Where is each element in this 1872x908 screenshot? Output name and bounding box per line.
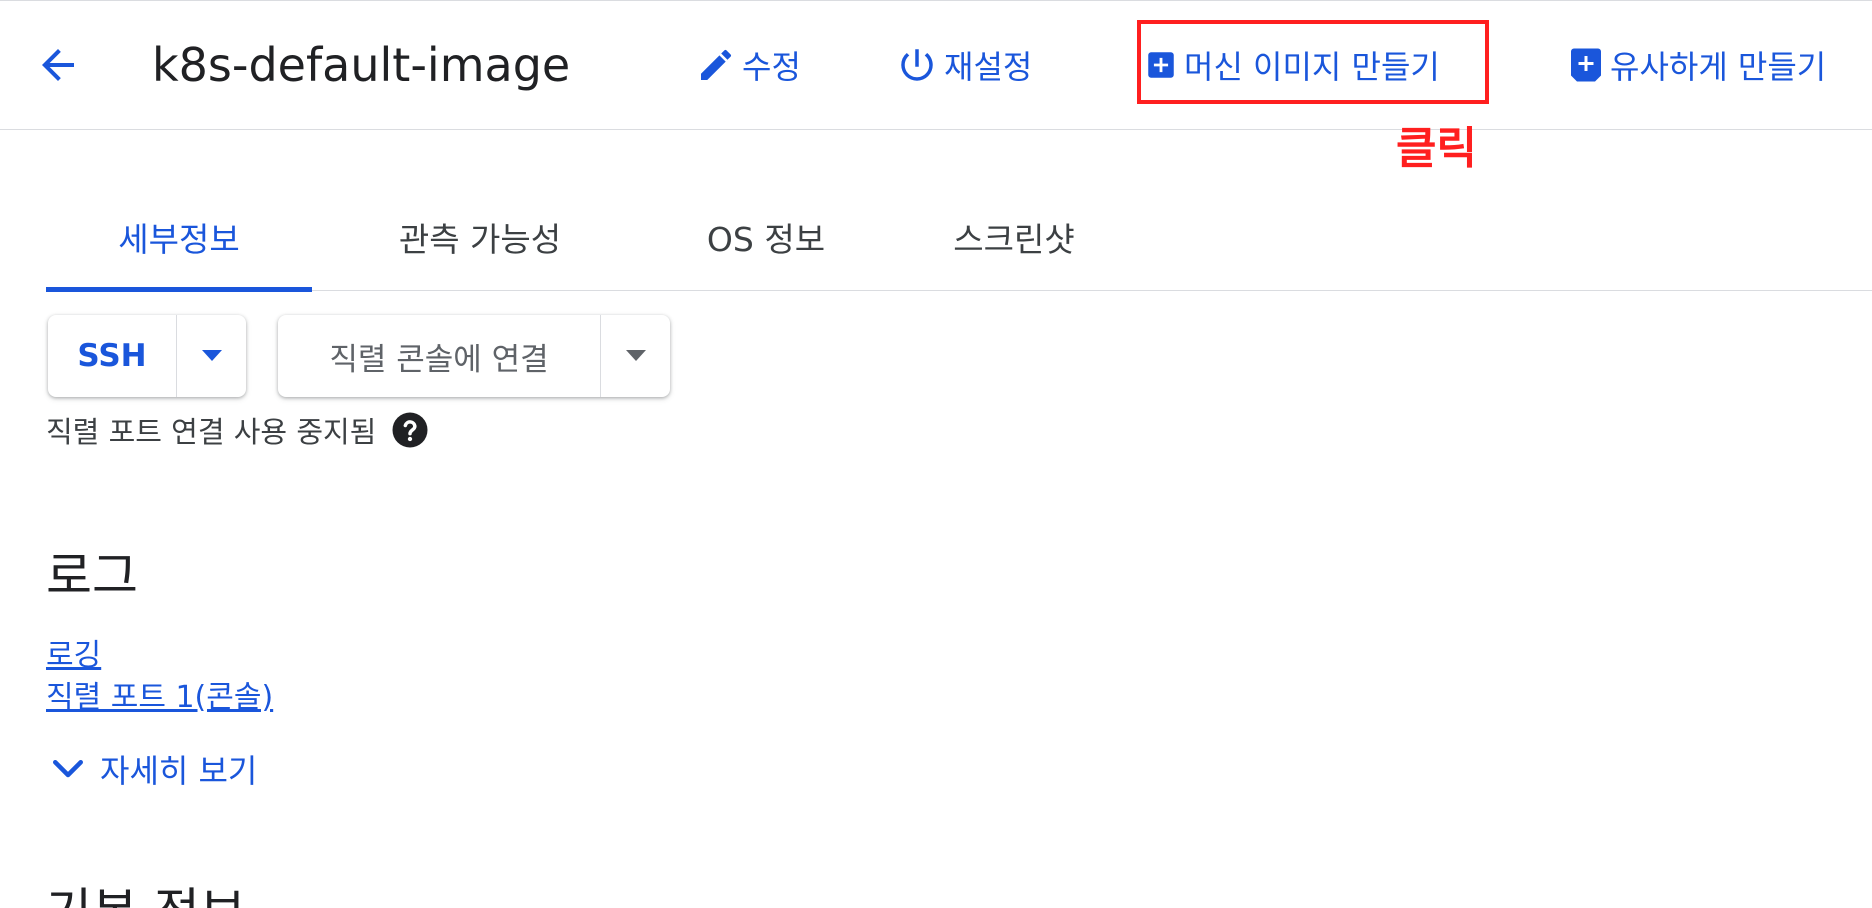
create-similar-button[interactable]: 유사하게 만들기 bbox=[1568, 43, 1826, 87]
ssh-button[interactable]: SSH bbox=[48, 315, 176, 397]
tabs-divider bbox=[46, 290, 1872, 291]
annotation-highlight-box bbox=[1137, 20, 1489, 104]
show-more-label: 자세히 보기 bbox=[100, 752, 258, 790]
serial-console-split-button: 직렬 콘솔에 연결 bbox=[278, 315, 670, 397]
back-button[interactable] bbox=[34, 41, 82, 89]
arrow-back-icon bbox=[42, 49, 74, 81]
logging-link[interactable]: 로깅 bbox=[46, 630, 101, 674]
caret-down-icon bbox=[625, 350, 646, 361]
serial-console-dropdown-button[interactable] bbox=[601, 315, 670, 397]
serial-port-console-link[interactable]: 직렬 포트 1(콘솔) bbox=[46, 672, 273, 716]
active-tab-indicator bbox=[46, 287, 312, 292]
tab-details[interactable]: 세부정보 bbox=[46, 206, 312, 286]
reset-button[interactable]: 재설정 bbox=[896, 43, 1032, 87]
chevron-down-icon bbox=[53, 760, 83, 778]
annotation-click-label: 클릭 bbox=[1396, 123, 1477, 174]
edit-button-label: 수정 bbox=[742, 48, 801, 86]
serial-console-button[interactable]: 직렬 콘솔에 연결 bbox=[278, 315, 600, 397]
tab-screenshot[interactable]: 스크린샷 bbox=[914, 206, 1114, 286]
ssh-dropdown-button[interactable] bbox=[177, 315, 246, 397]
basic-info-section-title: 기본 정보 bbox=[46, 872, 246, 908]
tab-observability[interactable]: 관측 가능성 bbox=[360, 206, 600, 286]
tab-os-info[interactable]: OS 정보 bbox=[666, 206, 866, 286]
caret-down-icon bbox=[201, 350, 222, 361]
help-icon[interactable] bbox=[390, 410, 430, 450]
instance-details-page: k8s-default-image 수정 재설정 머신 이미지 만들기 유사하게… bbox=[0, 0, 1872, 908]
page-title: k8s-default-image bbox=[152, 38, 571, 92]
reset-button-label: 재설정 bbox=[944, 48, 1033, 86]
serial-port-status: 직렬 포트 연결 사용 중지됨 bbox=[46, 406, 430, 454]
power-icon bbox=[901, 49, 933, 81]
edit-button[interactable]: 수정 bbox=[696, 43, 801, 87]
create-similar-label: 유사하게 만들기 bbox=[1610, 48, 1827, 86]
ssh-split-button: SSH bbox=[48, 315, 246, 397]
show-more-button[interactable]: 자세히 보기 bbox=[50, 744, 257, 794]
pencil-icon bbox=[701, 49, 732, 80]
page-header: k8s-default-image 수정 재설정 머신 이미지 만들기 유사하게… bbox=[0, 0, 1872, 130]
logs-section-title: 로그 bbox=[46, 547, 138, 605]
duplicate-add-icon bbox=[1571, 48, 1601, 82]
detail-tabs: 세부정보 관측 가능성 OS 정보 스크린샷 bbox=[0, 206, 1872, 292]
serial-port-status-text: 직렬 포트 연결 사용 중지됨 bbox=[46, 415, 377, 449]
